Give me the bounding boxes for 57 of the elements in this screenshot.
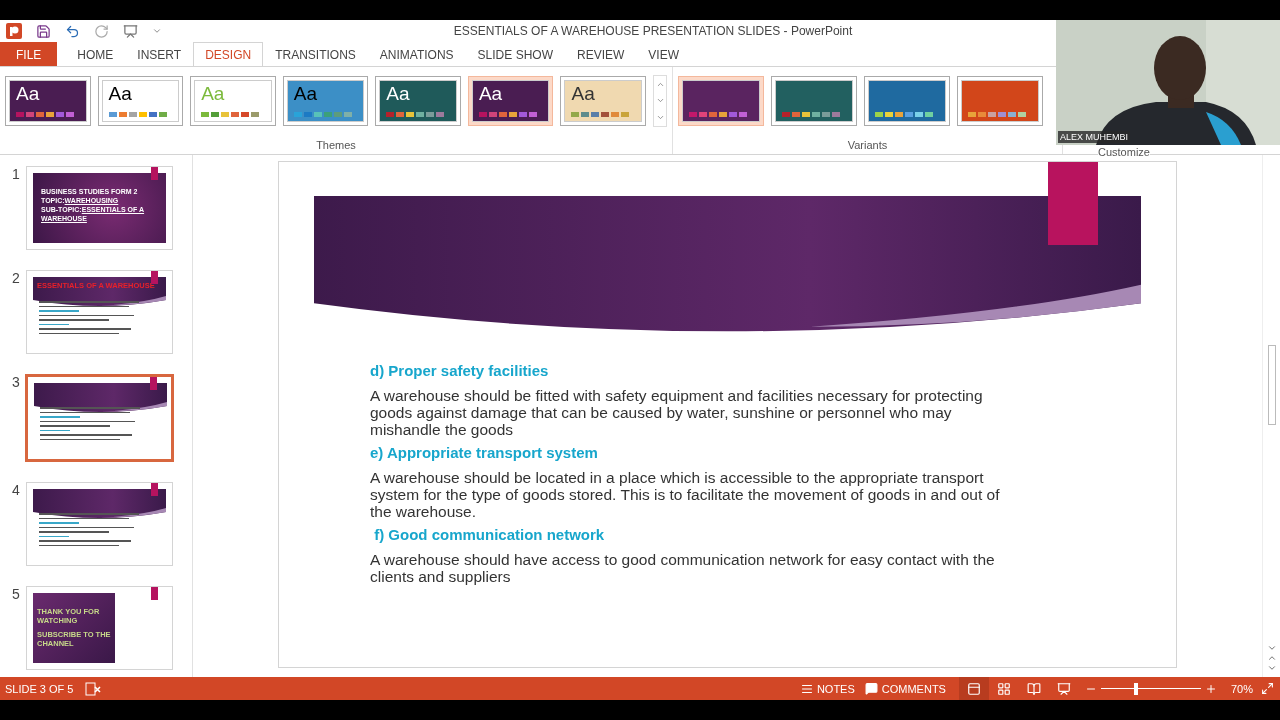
comments-button[interactable]: COMMENTS [859,682,951,695]
section-text: A warehouse should be fitted with safety equipment and facilities necessary for protecting goods against damage that can be caused by water, sunshine or personnel who may mishandle the goods [370,387,984,438]
theme-thumbnail[interactable]: Aa [375,76,461,126]
slide-tag [151,271,158,284]
slide-tag [150,377,157,390]
customize-caret-icon[interactable] [152,26,162,36]
slide-number: 3 [11,374,21,390]
theme-thumbnail[interactable]: Aa [5,76,91,126]
notes-button[interactable]: NOTES [795,682,860,695]
slide-tag [151,483,158,496]
redo-icon[interactable] [94,23,109,39]
zoom-in-icon[interactable] [1204,682,1217,695]
previous-slide-icon[interactable] [1266,653,1277,663]
app-logo-icon [6,23,22,39]
fit-to-window-icon[interactable] [1261,682,1274,695]
slide-number: 2 [11,270,21,286]
scroll-thumb[interactable] [1267,345,1276,425]
window-title: ESSENTIALS OF A WAREHOUSE PRESENTATION SLIDES - PowerPoint [452,24,854,38]
section-heading: e) Appropriate transport system [370,444,599,461]
slide-counter: SLIDE 3 OF 5 [5,682,74,695]
section-text: A warehouse should have access to good communication network for easy contact with the clients and suppliers [370,551,996,585]
theme-thumbnail[interactable]: Aa [97,76,184,126]
section-text: A warehouse should be located in a place which is accessible to the appropriate transport system for the type of goods stored. This is to facilitate the movement of goods in and out of the warehouse. [370,469,1000,520]
normal-view-icon[interactable] [958,677,989,700]
group-label: Customize [1098,146,1150,158]
section-heading: d) Proper safety facilities [370,362,550,379]
slide-number: 5 [11,586,21,602]
notes-icon [800,682,813,695]
theme-sample: Aa [571,83,596,105]
theme-thumbnail[interactable]: Aa [560,76,647,126]
slide-thumbnail[interactable] [25,374,174,462]
theme-sample: Aa [16,83,41,105]
spell-check-icon[interactable] [85,681,102,696]
section-heading: f) Good communication network [373,526,606,543]
theme-sample: Aa [201,83,226,105]
slideshow-icon[interactable] [123,23,138,39]
undo-icon[interactable] [65,23,80,39]
save-icon[interactable] [36,23,51,39]
theme-sample: Aa [478,83,504,105]
ribbon-tab[interactable]: DESIGN [193,42,264,66]
slide-tag [151,167,158,180]
slide-number: 4 [11,482,21,498]
zoom-level: 70% [1230,682,1253,695]
slide-tag [151,587,158,600]
theme-thumbnail[interactable]: Aa [282,76,369,126]
next-slide-icon[interactable] [1266,663,1277,673]
scroll-down-icon[interactable] [1266,643,1277,653]
group-label: Themes [316,139,356,151]
group-label: Variants [847,139,888,151]
slide-number: 1 [11,166,21,182]
theme-sample: Aa [386,83,411,105]
theme-thumbnail[interactable]: Aa [467,76,554,126]
participant-name: ALEX MUHEMBI [1058,131,1130,143]
theme-sample: Aa [293,83,318,105]
theme-sample: Aa [108,83,133,105]
comment-icon [864,682,878,695]
file-tab[interactable]: FILE [0,42,58,66]
